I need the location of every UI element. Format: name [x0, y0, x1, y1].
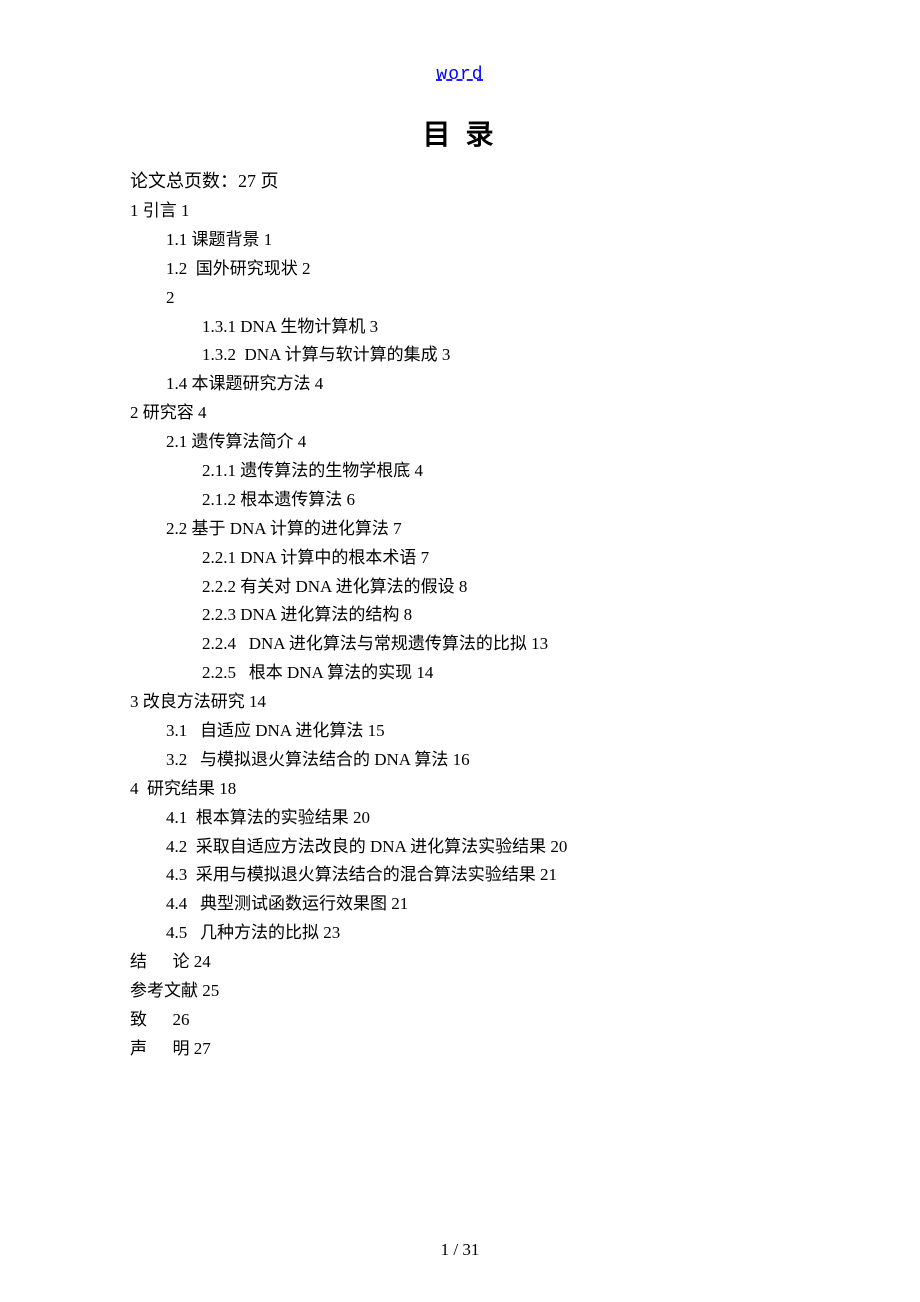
- toc-entry: 1.2 国外研究现状 2: [130, 255, 790, 284]
- toc-entry: 2.1 遗传算法简介 4: [130, 428, 790, 457]
- toc-entry: 4.5 几种方法的比拟 23: [130, 919, 790, 948]
- toc-entry: 1 引言 1: [130, 197, 790, 226]
- page-container: word 目 录 论文总页数：27 页 1 引言 11.1 课题背景 11.2 …: [0, 0, 920, 1104]
- page-footer: 1 / 31: [0, 1240, 920, 1260]
- toc-entry: 参考文献 25: [130, 977, 790, 1006]
- toc-entry: 4.2 采取自适应方法改良的 DNA 进化算法实验结果 20: [130, 833, 790, 862]
- toc-entry: 2.1.1 遗传算法的生物学根底 4: [130, 457, 790, 486]
- page-title: 目 录: [130, 113, 790, 153]
- toc-entry: 4.3 采用与模拟退火算法结合的混合算法实验结果 21: [130, 861, 790, 890]
- toc-entry: 4.4 典型测试函数运行效果图 21: [130, 890, 790, 919]
- toc-entry: 1.3.2 DNA 计算与软计算的集成 3: [130, 341, 790, 370]
- table-of-contents: 1 引言 11.1 课题背景 11.2 国外研究现状 221.3.1 DNA 生…: [130, 197, 790, 1064]
- total-pages-line: 论文总页数：27 页: [130, 167, 790, 193]
- toc-entry: 3.2 与模拟退火算法结合的 DNA 算法 16: [130, 746, 790, 775]
- toc-entry: 4.1 根本算法的实验结果 20: [130, 804, 790, 833]
- toc-entry: 1.1 课题背景 1: [130, 226, 790, 255]
- toc-entry: 1.3.1 DNA 生物计算机 3: [130, 313, 790, 342]
- toc-entry: 2.2.4 DNA 进化算法与常规遗传算法的比拟 13: [130, 630, 790, 659]
- toc-entry: 2.2.1 DNA 计算中的根本术语 7: [130, 544, 790, 573]
- word-link[interactable]: word: [130, 65, 790, 85]
- toc-entry: 2.2.5 根本 DNA 算法的实现 14: [130, 659, 790, 688]
- toc-entry: 3.1 自适应 DNA 进化算法 15: [130, 717, 790, 746]
- toc-entry: 4 研究结果 18: [130, 775, 790, 804]
- toc-entry: 2.2.3 DNA 进化算法的结构 8: [130, 601, 790, 630]
- toc-entry: 2.1.2 根本遗传算法 6: [130, 486, 790, 515]
- toc-entry: 2: [130, 284, 790, 313]
- toc-entry: 1.4 本课题研究方法 4: [130, 370, 790, 399]
- toc-entry: 声 明 27: [130, 1035, 790, 1064]
- toc-entry: 结 论 24: [130, 948, 790, 977]
- toc-entry: 2.2.2 有关对 DNA 进化算法的假设 8: [130, 573, 790, 602]
- toc-entry: 3 改良方法研究 14: [130, 688, 790, 717]
- toc-entry: 致 26: [130, 1006, 790, 1035]
- page-number: 1 / 31: [441, 1240, 480, 1259]
- toc-entry: 2.2 基于 DNA 计算的进化算法 7: [130, 515, 790, 544]
- toc-entry: 2 研究容 4: [130, 399, 790, 428]
